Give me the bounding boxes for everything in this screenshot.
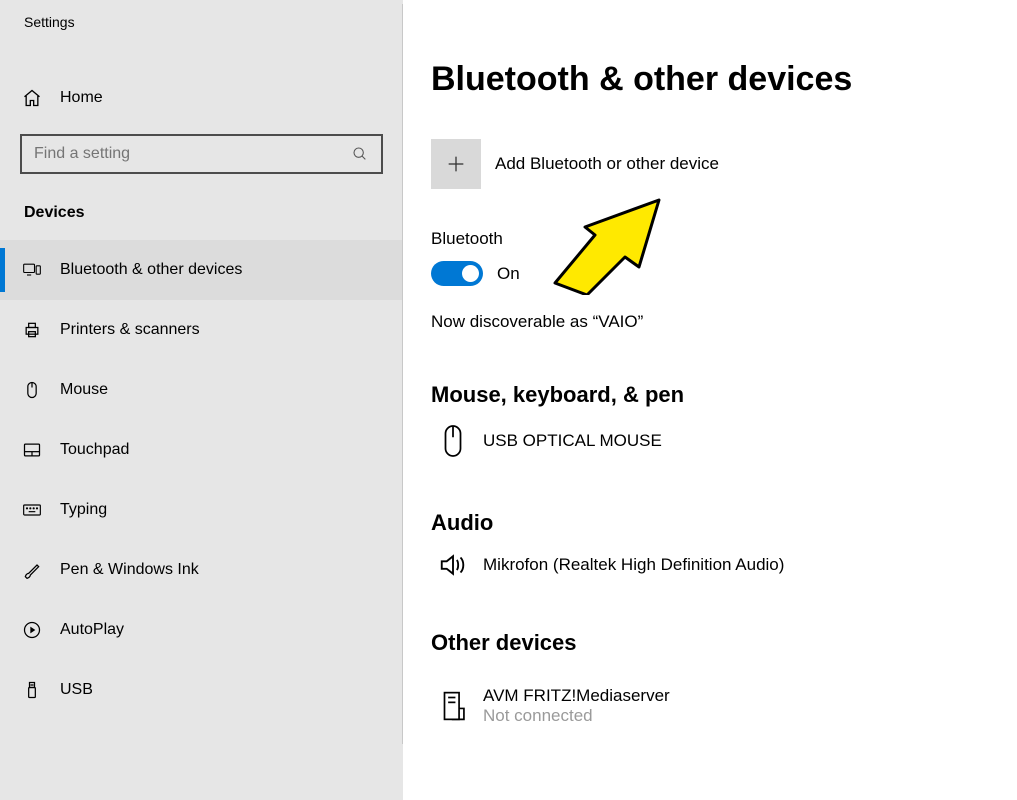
pen-icon — [22, 560, 42, 580]
search-box[interactable] — [20, 134, 383, 174]
sidebar-item-bluetooth[interactable]: Bluetooth & other devices — [0, 240, 403, 300]
device-name: USB OPTICAL MOUSE — [483, 431, 662, 451]
device-name: Mikrofon (Realtek High Definition Audio) — [483, 555, 784, 575]
bluetooth-state-label: On — [497, 264, 520, 284]
usb-icon — [22, 680, 42, 700]
printer-icon — [22, 320, 42, 340]
media-device-icon — [431, 689, 475, 723]
speaker-icon — [431, 550, 475, 580]
window-title: Settings — [0, 0, 403, 30]
sidebar-item-mouse[interactable]: Mouse — [0, 360, 403, 420]
add-device-label: Add Bluetooth or other device — [495, 154, 719, 174]
discoverable-text: Now discoverable as “VAIO” — [431, 312, 1017, 332]
sidebar-item-label: Bluetooth & other devices — [60, 261, 242, 279]
devices-icon — [22, 260, 42, 280]
sidebar-item-label: Mouse — [60, 381, 108, 399]
search-input[interactable] — [34, 145, 351, 163]
device-row[interactable]: Mikrofon (Realtek High Definition Audio) — [431, 550, 1017, 580]
mouse-device-icon — [431, 422, 475, 460]
mouse-icon — [22, 380, 42, 400]
device-status: Not connected — [483, 706, 670, 726]
touchpad-icon — [22, 440, 42, 460]
plus-icon — [431, 139, 481, 189]
group-title-audio: Audio — [431, 510, 1017, 536]
sidebar-item-printers[interactable]: Printers & scanners — [0, 300, 403, 360]
add-device-button[interactable]: Add Bluetooth or other device — [431, 139, 1017, 189]
sidebar-item-label: AutoPlay — [60, 621, 124, 639]
home-icon — [22, 88, 42, 108]
sidebar-item-autoplay[interactable]: AutoPlay — [0, 600, 403, 660]
device-row[interactable]: USB OPTICAL MOUSE — [431, 422, 1017, 460]
group-title-other: Other devices — [431, 630, 1017, 656]
sidebar-item-label: Touchpad — [60, 441, 129, 459]
device-row[interactable]: AVM FRITZ!Mediaserver Not connected — [431, 686, 1017, 726]
search-icon — [351, 146, 369, 162]
sidebar-item-pen[interactable]: Pen & Windows Ink — [0, 540, 403, 600]
bluetooth-toggle[interactable] — [431, 261, 483, 286]
bluetooth-heading: Bluetooth — [431, 229, 1017, 249]
group-title-mouse: Mouse, keyboard, & pen — [431, 382, 1017, 408]
sidebar-item-touchpad[interactable]: Touchpad — [0, 420, 403, 480]
sidebar: Settings Home Devices Bluetooth & other … — [0, 0, 403, 800]
autoplay-icon — [22, 620, 42, 640]
sidebar-section-heading: Devices — [0, 174, 403, 240]
main-content: Bluetooth & other devices Add Bluetooth … — [403, 0, 1017, 800]
sidebar-item-label: Pen & Windows Ink — [60, 561, 199, 579]
keyboard-icon — [22, 500, 42, 520]
sidebar-item-typing[interactable]: Typing — [0, 480, 403, 540]
page-title: Bluetooth & other devices — [431, 60, 1017, 99]
home-nav-item[interactable]: Home — [0, 70, 403, 126]
sidebar-item-label: Printers & scanners — [60, 321, 200, 339]
device-name: AVM FRITZ!Mediaserver — [483, 686, 670, 706]
sidebar-item-label: Typing — [60, 501, 107, 519]
sidebar-item-label: USB — [60, 681, 93, 699]
sidebar-item-usb[interactable]: USB — [0, 660, 403, 720]
home-label: Home — [60, 89, 103, 107]
